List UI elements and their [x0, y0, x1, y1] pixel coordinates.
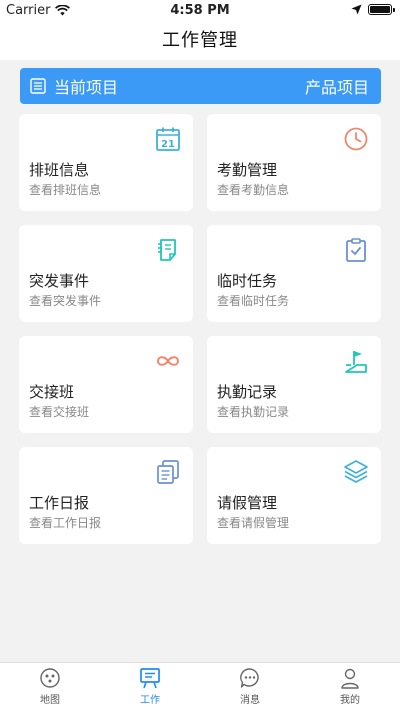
- status-right: [351, 4, 395, 15]
- profile-icon: [341, 668, 359, 689]
- flag-icon: [345, 351, 367, 373]
- card-title: 临时任务: [217, 272, 278, 290]
- clipboard-check-icon: [346, 238, 366, 262]
- map-icon: [40, 668, 60, 688]
- clock-icon: [344, 127, 368, 151]
- card-subtitle: 查看执勤记录: [217, 405, 290, 419]
- tab-bar: 地图 工作 消息 我的: [0, 662, 400, 710]
- card-attendance[interactable]: 考勤管理 查看考勤信息: [207, 114, 381, 211]
- list-icon: [30, 78, 46, 94]
- calendar-icon: 21: [156, 127, 180, 151]
- notepad-icon: [158, 239, 176, 261]
- work-icon: [140, 668, 160, 689]
- tab-map[interactable]: 地图: [0, 663, 100, 710]
- tab-profile[interactable]: 我的: [300, 663, 400, 710]
- layers-icon: [344, 460, 368, 483]
- card-title: 排班信息: [29, 161, 90, 179]
- project-name[interactable]: 产品项目: [305, 74, 369, 98]
- card-title: 交接班: [29, 383, 75, 401]
- card-title: 请假管理: [217, 494, 278, 512]
- navigation-bar: 工作管理: [0, 22, 400, 60]
- card-subtitle: 查看工作日报: [29, 516, 102, 530]
- card-shift-handover[interactable]: 交接班 查看交接班: [19, 336, 193, 433]
- calendar-day-text: 21: [161, 139, 175, 150]
- card-emergency[interactable]: 突发事件 查看突发事件: [19, 225, 193, 322]
- card-schedule-info[interactable]: 21 排班信息 查看排班信息: [19, 114, 193, 211]
- battery-icon: [368, 4, 395, 15]
- tab-label: 消息: [240, 695, 260, 706]
- documents-icon: [157, 460, 179, 484]
- tab-messages[interactable]: 消息: [200, 663, 300, 710]
- card-subtitle: 查看排班信息: [29, 183, 102, 197]
- tab-label: 我的: [340, 695, 360, 706]
- current-project-label: 当前项目: [54, 78, 119, 97]
- card-title: 工作日报: [29, 494, 90, 512]
- card-subtitle: 查看交接班: [29, 405, 90, 419]
- page-title: 工作管理: [162, 30, 238, 51]
- card-subtitle: 查看突发事件: [29, 294, 102, 308]
- current-project-bar[interactable]: 当前项目 产品项目: [20, 68, 381, 104]
- card-duty-record[interactable]: 执勤记录 查看执勤记录: [207, 336, 381, 433]
- location-arrow-icon: [351, 4, 362, 15]
- infinity-icon: [157, 356, 179, 366]
- card-daily-report[interactable]: 工作日报 查看工作日报: [19, 447, 193, 544]
- status-time: 4:58 PM: [170, 3, 230, 18]
- card-leave-management[interactable]: 请假管理 查看请假管理: [207, 447, 381, 544]
- card-title: 突发事件: [29, 272, 90, 290]
- card-title: 执勤记录: [217, 383, 278, 401]
- message-icon: [240, 668, 259, 688]
- card-subtitle: 查看临时任务: [217, 294, 290, 308]
- tab-work[interactable]: 工作: [100, 663, 200, 710]
- card-temporary-task[interactable]: 临时任务 查看临时任务: [207, 225, 381, 322]
- card-title: 考勤管理: [217, 161, 278, 179]
- current-project-group: 当前项目: [30, 74, 118, 98]
- tab-label: 地图: [40, 695, 60, 706]
- tab-label: 工作: [140, 695, 160, 706]
- card-subtitle: 查看考勤信息: [217, 183, 290, 197]
- status-bar: Carrier 4:58 PM: [0, 0, 400, 22]
- card-subtitle: 查看请假管理: [217, 516, 290, 530]
